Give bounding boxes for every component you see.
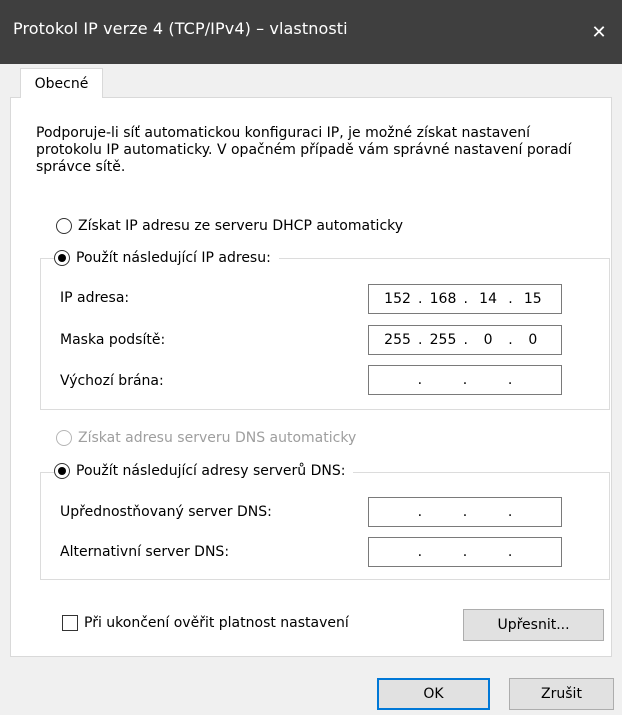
- tab-general[interactable]: Obecné: [20, 68, 103, 98]
- mask-octet: 255: [384, 332, 411, 348]
- dns-manual-radio[interactable]: [54, 463, 70, 479]
- alternate-dns-field[interactable]: . . .: [368, 537, 562, 567]
- preferred-dns-field[interactable]: . . .: [368, 497, 562, 527]
- dns-manual-option[interactable]: Použít následující adresy serverů DNS:: [54, 463, 354, 479]
- validate-label: Při ukončení ověřit platnost nastavení: [84, 615, 349, 631]
- intro-text: Podporuje-li síť automatickou konfigurac…: [36, 125, 572, 175]
- ip-address-label: IP adresa:: [60, 290, 130, 306]
- gateway-label: Výchozí brána:: [60, 373, 164, 389]
- ip-address-field[interactable]: 152. 168. 14. 15: [368, 284, 562, 314]
- octet-separator: .: [417, 544, 423, 560]
- octet-separator: .: [462, 504, 468, 520]
- octet-separator: .: [417, 504, 423, 520]
- cancel-button[interactable]: Zrušit: [509, 678, 614, 710]
- close-icon: ✕: [591, 21, 607, 43]
- preferred-dns-label: Upřednostňovaný server DNS:: [60, 504, 272, 520]
- octet-separator: .: [507, 372, 513, 388]
- subnet-mask-field[interactable]: 255. 255. 0. 0: [368, 325, 562, 355]
- octet-separator: .: [507, 504, 513, 520]
- dns-auto-radio[interactable]: [56, 430, 72, 446]
- octet-separator: .: [418, 291, 423, 307]
- octet-separator: .: [418, 332, 423, 348]
- dns-auto-option[interactable]: Získat adresu serveru DNS automaticky: [56, 430, 365, 446]
- ok-button[interactable]: OK: [377, 678, 490, 710]
- octet-separator: .: [462, 544, 468, 560]
- ip-auto-radio[interactable]: [56, 218, 72, 234]
- alternate-dns-label: Alternativní server DNS:: [60, 544, 230, 560]
- ip-octet: 152: [384, 291, 411, 307]
- ip-octet: 14: [479, 291, 497, 307]
- dns-manual-label: Použít následující adresy serverů DNS:: [76, 463, 346, 479]
- ip-octet: 168: [429, 291, 457, 307]
- ip-auto-option[interactable]: Získat IP adresu ze serveru DHCP automat…: [56, 218, 412, 234]
- window-title: Protokol IP verze 4 (TCP/IPv4) – vlastno…: [13, 19, 348, 38]
- validate-option[interactable]: Při ukončení ověřit platnost nastavení: [62, 615, 349, 631]
- ip-manual-label: Použít následující IP adresu:: [76, 250, 271, 266]
- title-bar: Protokol IP verze 4 (TCP/IPv4) – vlastno…: [0, 0, 622, 64]
- validate-checkbox[interactable]: [62, 615, 78, 631]
- gateway-field[interactable]: . . .: [368, 365, 562, 395]
- mask-octet: 255: [429, 332, 457, 348]
- advanced-button[interactable]: Upřesnit...: [463, 609, 604, 641]
- octet-separator: .: [463, 332, 468, 348]
- subnet-mask-label: Maska podsítě:: [60, 332, 166, 348]
- ip-manual-radio[interactable]: [54, 250, 70, 266]
- octet-separator: .: [508, 291, 513, 307]
- octet-separator: .: [417, 372, 423, 388]
- mask-octet: 0: [528, 332, 538, 348]
- dns-auto-label: Získat adresu serveru DNS automaticky: [78, 430, 357, 446]
- octet-separator: .: [463, 291, 468, 307]
- close-button[interactable]: ✕: [576, 0, 622, 64]
- ip-manual-option[interactable]: Použít následující IP adresu:: [54, 250, 279, 266]
- ip-auto-label: Získat IP adresu ze serveru DHCP automat…: [78, 218, 404, 234]
- octet-separator: .: [508, 332, 513, 348]
- ip-octet: 15: [523, 291, 542, 307]
- octet-separator: .: [507, 544, 513, 560]
- mask-octet: 0: [483, 332, 493, 348]
- octet-separator: .: [462, 372, 468, 388]
